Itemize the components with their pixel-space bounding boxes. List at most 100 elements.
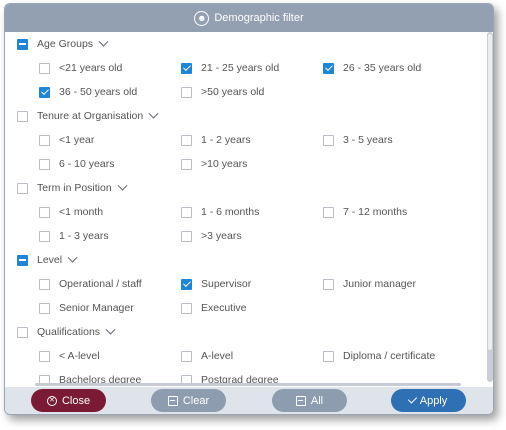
option-item[interactable]: 1 - 2 years [181, 128, 323, 152]
chevron-down-icon[interactable] [117, 180, 128, 191]
option-checkbox[interactable] [39, 86, 50, 98]
scrollbar-thumb[interactable] [488, 34, 492, 350]
section-checkbox[interactable] [17, 182, 28, 194]
option-label: >3 years [201, 230, 242, 242]
circle-x-icon: ✕ [46, 395, 57, 406]
option-item[interactable]: <1 year [39, 128, 181, 152]
demographic-filter-dialog: ☻ Demographic filter Age Groups <21 years… [4, 3, 494, 415]
option-checkbox[interactable] [323, 134, 334, 146]
close-button[interactable]: ✕ Close [31, 389, 106, 412]
option-item[interactable]: 6 - 10 years [39, 152, 181, 176]
option-checkbox[interactable] [181, 62, 192, 74]
option-checkbox[interactable] [181, 278, 192, 290]
apply-button-label: Apply [419, 394, 448, 407]
option-item[interactable]: 1 - 6 months [181, 200, 323, 224]
section-header[interactable]: Age Groups [5, 32, 489, 56]
chevron-down-icon[interactable] [105, 324, 116, 335]
filter-section: Tenure at Organisation <1 year 1 - 2 years… [5, 104, 489, 176]
option-checkbox[interactable] [181, 134, 192, 146]
option-checkbox[interactable] [323, 350, 334, 362]
option-item[interactable]: Supervisor [181, 272, 323, 296]
option-checkbox[interactable] [39, 278, 50, 290]
option-label: 7 - 12 months [343, 206, 408, 218]
section-label: Tenure at Organisation [37, 110, 144, 122]
box-minus-icon [295, 395, 306, 406]
chevron-down-icon[interactable] [67, 252, 78, 263]
option-item[interactable]: Junior manager [323, 272, 465, 296]
option-checkbox[interactable] [39, 62, 50, 74]
option-item[interactable]: <21 years old [39, 56, 181, 80]
option-item[interactable]: 36 - 50 years old [39, 80, 181, 104]
option-item[interactable]: Diploma / certificate [323, 344, 465, 368]
option-label: A-level [201, 350, 234, 362]
option-item[interactable]: 1 - 3 years [39, 224, 181, 248]
option-label: Junior manager [343, 278, 416, 290]
option-checkbox[interactable] [181, 302, 192, 314]
option-label: Operational / staff [59, 278, 142, 290]
option-item[interactable]: >50 years old [181, 80, 323, 104]
option-checkbox[interactable] [39, 158, 50, 170]
section-label: Term in Position [37, 182, 112, 194]
option-label: 26 - 35 years old [343, 62, 422, 74]
option-checkbox[interactable] [323, 206, 334, 218]
section-options: <21 years old 21 - 25 years old 26 - 35 ye… [5, 56, 489, 104]
option-checkbox[interactable] [181, 86, 192, 98]
filter-section: Term in Position <1 month 1 - 6 months 7 - … [5, 176, 489, 248]
option-item[interactable]: 26 - 35 years old [323, 56, 465, 80]
filter-list[interactable]: Age Groups <21 years old 21 - 25 years old… [5, 32, 489, 385]
check-icon [407, 394, 417, 404]
section-label: Qualifications [37, 326, 101, 338]
option-checkbox[interactable] [323, 278, 334, 290]
option-label: 21 - 25 years old [201, 62, 280, 74]
option-checkbox[interactable] [39, 206, 50, 218]
vertical-scrollbar[interactable] [487, 32, 493, 382]
option-label: 3 - 5 years [343, 134, 393, 146]
option-item[interactable]: 3 - 5 years [323, 128, 465, 152]
section-header[interactable]: Qualifications [5, 320, 489, 344]
option-label: <21 years old [59, 62, 123, 74]
section-header[interactable]: Tenure at Organisation [5, 104, 489, 128]
clear-button-label: Clear [182, 394, 210, 407]
section-options: < A-level A-level Diploma / certificate Bac… [5, 344, 489, 385]
section-checkbox[interactable] [17, 110, 28, 122]
option-label: Executive [201, 302, 247, 314]
option-item[interactable]: Senior Manager [39, 296, 181, 320]
option-item[interactable]: < A-level [39, 344, 181, 368]
option-label: >10 years [201, 158, 248, 170]
person-silhouette-icon: ☻ [194, 10, 210, 26]
option-checkbox[interactable] [323, 62, 334, 74]
option-item[interactable]: A-level [181, 344, 323, 368]
option-item[interactable]: Operational / staff [39, 272, 181, 296]
option-checkbox[interactable] [39, 350, 50, 362]
option-checkbox[interactable] [39, 302, 50, 314]
option-checkbox[interactable] [181, 230, 192, 242]
option-item[interactable]: <1 month [39, 200, 181, 224]
option-item[interactable]: 7 - 12 months [323, 200, 465, 224]
chevron-down-icon[interactable] [98, 36, 109, 47]
chevron-down-icon[interactable] [148, 108, 159, 119]
option-checkbox[interactable] [181, 206, 192, 218]
all-button[interactable]: All [272, 389, 347, 412]
section-header[interactable]: Level [5, 248, 489, 272]
section-header[interactable]: Term in Position [5, 176, 489, 200]
option-item[interactable]: Executive [181, 296, 323, 320]
option-checkbox[interactable] [39, 134, 50, 146]
horizontal-scrollbar[interactable] [35, 383, 461, 386]
section-options: <1 month 1 - 6 months 7 - 12 months 1 - 3 y… [5, 200, 489, 248]
option-item[interactable]: >10 years [181, 152, 323, 176]
filter-section: Qualifications < A-level A-level Diploma / … [5, 320, 489, 385]
option-checkbox[interactable] [181, 350, 192, 362]
filter-section: Level Operational / staff Supervisor Junior… [5, 248, 489, 320]
box-minus-icon [167, 395, 178, 406]
section-checkbox[interactable] [17, 38, 28, 50]
clear-button[interactable]: Clear [151, 389, 226, 412]
option-item[interactable]: >3 years [181, 224, 323, 248]
option-checkbox[interactable] [181, 158, 192, 170]
option-item[interactable]: 21 - 25 years old [181, 56, 323, 80]
apply-button[interactable]: Apply [391, 389, 466, 412]
all-button-label: All [310, 394, 324, 407]
option-checkbox[interactable] [39, 230, 50, 242]
section-label: Age Groups [37, 38, 94, 50]
section-checkbox[interactable] [17, 326, 28, 338]
section-checkbox[interactable] [17, 254, 28, 266]
